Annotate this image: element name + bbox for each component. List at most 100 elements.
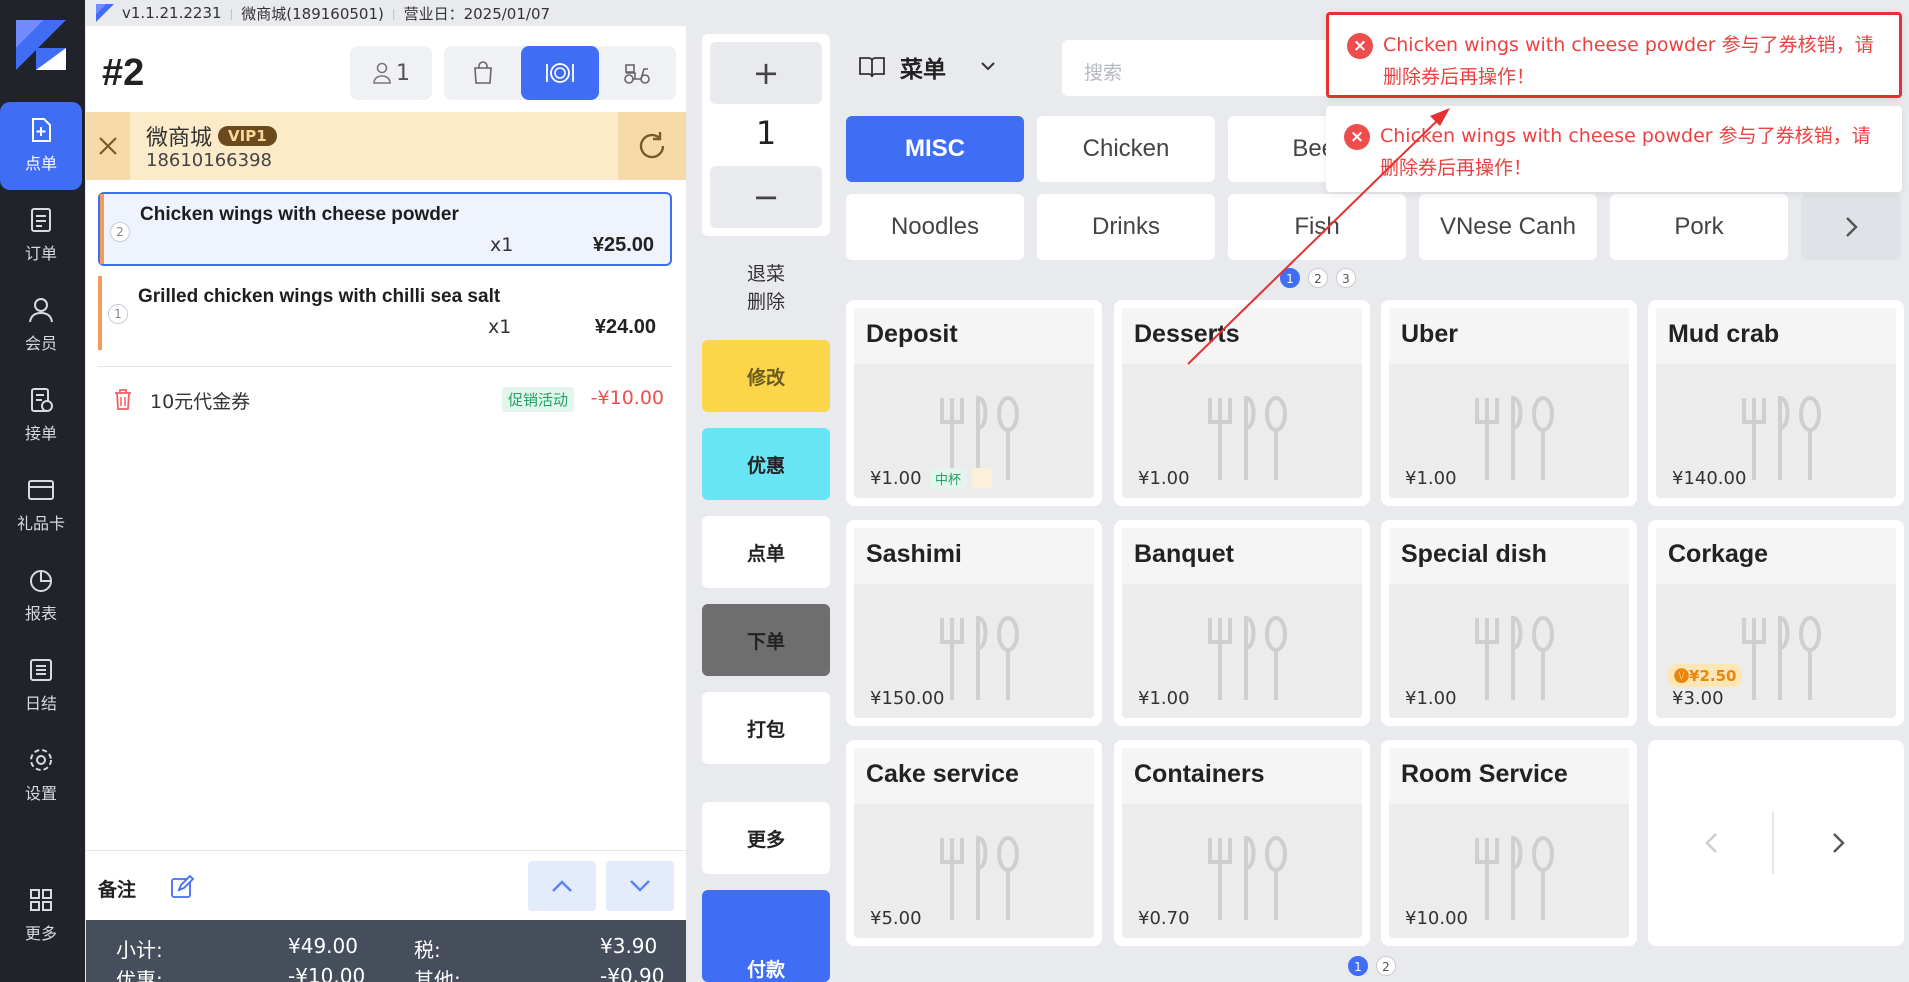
scroll-up-button[interactable] <box>528 861 596 911</box>
line-qty: x1 <box>490 234 514 256</box>
order-button[interactable]: 点单 <box>702 516 830 588</box>
menu-item-card[interactable]: Deposit ¥1.00 中杯 <box>846 300 1102 506</box>
pay-button[interactable]: 付款 <box>702 890 830 982</box>
cutlery-icon <box>1475 615 1554 700</box>
nav-item-orders[interactable]: 订单 <box>0 192 82 280</box>
page-dot[interactable]: 1 <box>1280 268 1300 288</box>
decrease-button[interactable]: − <box>710 166 822 228</box>
error-toast: × Chicken wings with cheese powder 参与了券核… <box>1326 106 1902 192</box>
nav-item-giftcard[interactable]: 礼品卡 <box>0 462 82 550</box>
nav-label: 礼品卡 <box>16 514 65 533</box>
line-marker <box>98 276 102 350</box>
discount-button[interactable]: 优惠 <box>702 428 830 500</box>
gift-card-icon <box>28 480 54 500</box>
increase-button[interactable]: + <box>710 42 822 104</box>
menu-item-card[interactable]: Sashimi ¥150.00 <box>846 520 1102 726</box>
category-pork[interactable]: Pork <box>1610 194 1788 260</box>
line-index: 1 <box>108 304 128 324</box>
menu-item-card[interactable]: Desserts ¥1.00 <box>1114 300 1370 506</box>
nav-item-report[interactable]: 报表 <box>0 552 82 640</box>
remove-member-button[interactable] <box>86 112 130 180</box>
daily-settlement-icon <box>30 659 52 681</box>
close-icon <box>99 137 117 155</box>
menu-item-card[interactable]: Special dish ¥1.00 <box>1381 520 1637 726</box>
place-order-button[interactable]: 下单 <box>702 604 830 676</box>
page-dot[interactable]: 3 <box>1336 268 1356 288</box>
menu-item-card[interactable]: Mud crab ¥140.00 <box>1648 300 1904 506</box>
order-add-icon <box>32 118 51 142</box>
nav-label: 日结 <box>24 694 57 713</box>
subtotal-label: 小计: <box>116 938 163 962</box>
pack-button[interactable]: 打包 <box>702 692 830 764</box>
category-pagination: 1 2 3 <box>1280 268 1356 288</box>
menu-selector[interactable]: 菜单 <box>858 50 1000 84</box>
nav-item-settings[interactable]: 设置 <box>0 732 82 820</box>
menu-item-card[interactable]: Corkage 🅥¥2.50 ¥3.00 <box>1648 520 1904 726</box>
item-price: ¥150.00 <box>870 688 945 709</box>
guest-count-button[interactable]: 1 <box>350 46 432 100</box>
nav-item-daily[interactable]: 日结 <box>0 642 82 730</box>
app-small-logo-icon <box>96 4 114 22</box>
trash-icon[interactable] <box>112 387 134 411</box>
item-name: Desserts <box>1134 320 1240 348</box>
other-label: 其他: <box>414 968 461 982</box>
chevron-left-icon[interactable] <box>1704 832 1718 854</box>
line-name: Grilled chicken wings with chilli sea sa… <box>138 286 501 307</box>
nav-item-member[interactable]: 会员 <box>0 282 82 370</box>
more-button[interactable]: 更多 <box>702 802 830 874</box>
page-dot[interactable]: 2 <box>1376 956 1396 976</box>
chevron-right-icon[interactable] <box>1832 832 1846 854</box>
page-dot[interactable]: 2 <box>1308 268 1328 288</box>
delivery-option[interactable] <box>598 46 676 100</box>
category-fish[interactable]: Fish <box>1228 194 1406 260</box>
report-icon <box>30 570 52 592</box>
left-nav: 点单 订单 会员 接单 礼品卡 报表 日结 设置 更多 <box>0 0 85 982</box>
cutlery-icon <box>1208 615 1287 700</box>
category-chicken[interactable]: Chicken <box>1037 116 1215 182</box>
category-drinks[interactable]: Drinks <box>1037 194 1215 260</box>
category-misc[interactable]: MISC <box>846 116 1024 182</box>
return-delete-button[interactable]: 退菜 删除 <box>702 252 830 324</box>
nav-item-more[interactable]: 更多 <box>0 872 82 960</box>
app-logo <box>14 18 68 72</box>
menu-item-card[interactable]: Cake service ¥5.00 <box>846 740 1102 946</box>
menu-item-card[interactable]: Uber ¥1.00 <box>1381 300 1637 506</box>
delivery-scooter-icon <box>624 64 650 84</box>
nav-item-order[interactable]: 点单 <box>0 102 82 190</box>
menu-item-card[interactable]: Banquet ¥1.00 <box>1114 520 1370 726</box>
page-dot[interactable]: 1 <box>1348 956 1368 976</box>
order-line[interactable]: 1 Grilled chicken wings with chilli sea … <box>98 276 672 350</box>
takeaway-option[interactable] <box>444 46 522 100</box>
book-icon <box>859 57 885 78</box>
dine-in-option[interactable] <box>521 46 599 100</box>
category-next-button[interactable] <box>1801 194 1901 260</box>
category-vnese-canh[interactable]: VNese Canh <box>1419 194 1597 260</box>
menu-item-card[interactable]: Containers ¥0.70 <box>1114 740 1370 946</box>
error-toast: × Chicken wings with cheese powder 参与了券核… <box>1326 12 1902 98</box>
item-price: ¥3.00 <box>1672 688 1724 709</box>
nav-item-accept[interactable]: 接单 <box>0 372 82 460</box>
item-price: ¥140.00 <box>1672 468 1747 489</box>
item-price: ¥1.00 <box>1138 468 1190 489</box>
divider: | <box>229 6 234 20</box>
coupon-row: 10元代金券 促销活动 -¥10.00 <box>98 366 672 413</box>
store-name: 微商城(189160501) <box>241 4 384 23</box>
quantity-stepper: + 1 − <box>702 34 830 236</box>
cutlery-icon <box>940 615 1019 700</box>
scroll-down-button[interactable] <box>606 861 674 911</box>
promo-price: ¥2.50 <box>1689 667 1737 685</box>
edit-icon[interactable] <box>170 875 194 899</box>
divider: | <box>391 6 396 20</box>
category-noodles[interactable]: Noodles <box>846 194 1024 260</box>
pager-divider <box>1772 812 1774 874</box>
order-line[interactable]: 2 Chicken wings with cheese powder x1 ¥2… <box>98 192 672 266</box>
line-name: Chicken wings with cheese powder <box>140 204 459 225</box>
menu-item-card[interactable]: Room Service ¥10.00 <box>1381 740 1637 946</box>
modify-button[interactable]: 修改 <box>702 340 830 412</box>
item-price: ¥1.00 <box>1405 468 1457 489</box>
person-icon <box>373 62 391 84</box>
nav-label: 报表 <box>24 604 57 623</box>
refresh-member-button[interactable] <box>618 112 686 180</box>
toast-message: Chicken wings with cheese powder 参与了券核销，… <box>1380 125 1871 179</box>
item-name: Room Service <box>1401 760 1568 788</box>
